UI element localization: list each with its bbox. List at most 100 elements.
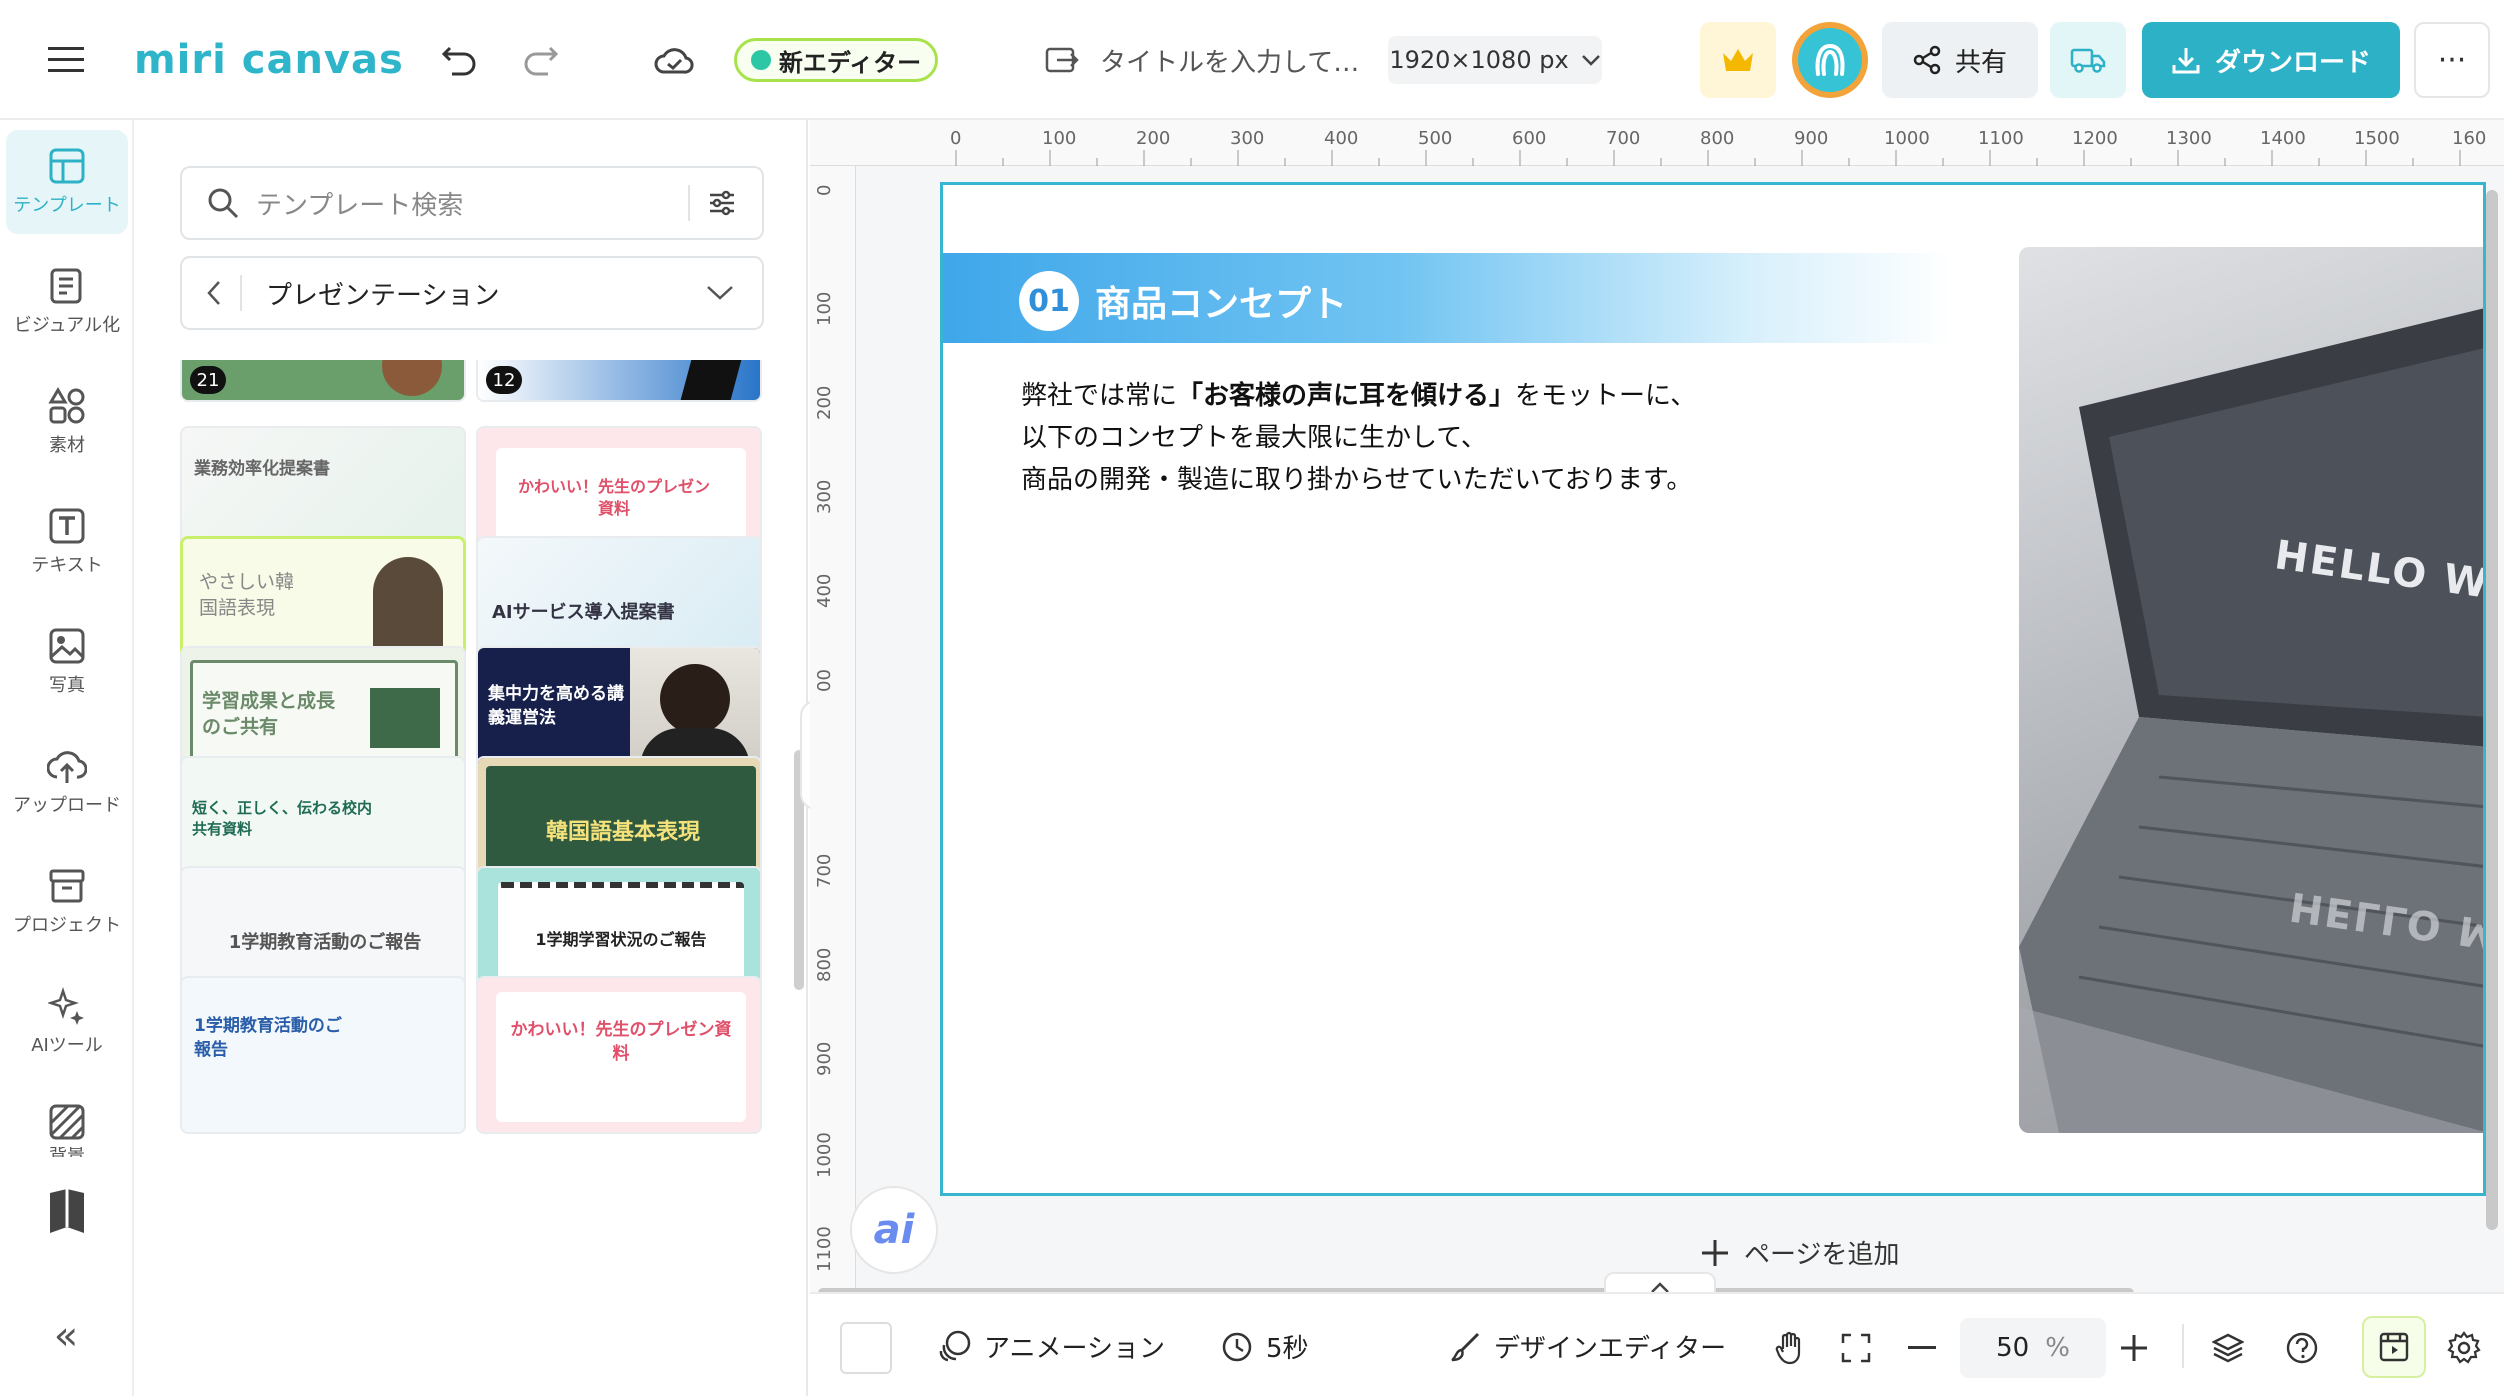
cloud-save-icon[interactable] [648, 34, 700, 86]
premium-button[interactable] [1700, 22, 1776, 98]
background-color-swatch[interactable] [840, 1322, 892, 1374]
template-search-input[interactable]: テンプレート検索 [180, 166, 764, 240]
ruler-tick-label: 400 [814, 573, 835, 608]
duration-label: 5秒 [1266, 1333, 1309, 1364]
sidebar-item-label: 背景 [49, 1147, 85, 1157]
sidebar-item-template[interactable]: テンプレート [6, 130, 128, 234]
animation-button[interactable]: アニメーション [938, 1320, 1165, 1372]
template-title: やさしい韓国語表現 [199, 571, 295, 619]
undo-icon[interactable] [434, 34, 486, 86]
ruler-tick-label: 160 [2452, 128, 2487, 149]
download-button[interactable]: ダウンロード [2142, 22, 2400, 98]
ruler-tick-label: 300 [1230, 128, 1265, 149]
template-card[interactable]: 12 [476, 360, 762, 402]
canvas-size-dropdown[interactable]: 1920×1080 px [1388, 36, 1602, 84]
ruler-tick-label: 100 [1042, 128, 1077, 149]
bookmark-icon[interactable] [44, 1184, 90, 1240]
ruler-tick-label: 900 [814, 1041, 835, 1076]
zoom-level-input[interactable]: 50 % [1960, 1318, 2106, 1378]
print-order-button[interactable] [2050, 22, 2126, 98]
filter-icon[interactable] [708, 190, 736, 216]
sidebar-item-upload[interactable]: アップロード [6, 730, 128, 834]
brush-icon [1451, 1332, 1480, 1362]
section-number: 01 [1028, 283, 1070, 319]
collapse-label: « [53, 1313, 79, 1359]
settings-gear-icon[interactable] [2440, 1324, 2488, 1372]
ruler-tick-label: 0 [950, 128, 962, 149]
ruler-tick-label: 0 [814, 184, 835, 196]
sidebar-item-label: 素材 [49, 435, 85, 456]
title-edit-icon[interactable] [1042, 40, 1082, 80]
help-icon[interactable] [2278, 1324, 2326, 1372]
body-text-line: 以下のコンセプトを最大限に生かして、 [1021, 423, 1487, 453]
template-title: 1学期学習状況のご報告 [535, 930, 707, 949]
ruler-tick-label: 1100 [814, 1226, 835, 1272]
ruler-tick-label: 1300 [2166, 128, 2212, 149]
ruler-tick-label: 1100 [1978, 128, 2024, 149]
left-sidebar: テンプレート ビジュアル化 素材 テキスト 写真 アップロード プロジェクト A… [0, 120, 134, 1396]
sidebar-item-photo[interactable]: 写真 [6, 610, 128, 714]
sidebar-item-label: テキスト [31, 555, 103, 576]
template-title: かわいい！先生のプレゼン資料 [517, 477, 710, 518]
add-page-label: ページを追加 [1744, 1240, 1900, 1270]
body-text-segment: 弊社では常に [1021, 381, 1178, 411]
document-title-input[interactable]: タイトルを入力して… [1100, 38, 1359, 82]
new-editor-toggle[interactable]: 新エディター [734, 38, 938, 82]
sidebar-item-text[interactable]: テキスト [6, 490, 128, 594]
ruler-tick-label: 1200 [2072, 128, 2118, 149]
slide-body-text[interactable]: 弊社では常に「お客様の声に耳を傾ける」をモットーに、 以下のコンセプトを最大限に… [1021, 375, 1696, 501]
upload-icon [47, 751, 87, 783]
ruler-tick-label: 200 [1136, 128, 1171, 149]
template-card[interactable]: かわいい！先生のプレゼン資料 [476, 976, 762, 1134]
ruler-tick-label: 600 [1512, 128, 1547, 149]
template-title: 短く、正しく、伝わる校内共有資料 [192, 799, 373, 838]
zoom-in-icon[interactable] [2110, 1324, 2158, 1372]
section-number-badge: 01 [1019, 271, 1079, 331]
body-bold-text: 「お客様の声に耳を傾ける」 [1177, 381, 1516, 411]
design-editor-button[interactable]: デザインエディター [1450, 1320, 1726, 1372]
sidebar-item-elements[interactable]: 素材 [6, 370, 128, 474]
toolbar-divider [2182, 1324, 2184, 1368]
miricanvas-logo[interactable]: miri canvas [134, 30, 404, 90]
truck-icon [2070, 48, 2106, 73]
ruler-tick-label: 200 [814, 385, 835, 420]
ai-assistant-button[interactable]: ai [850, 1186, 938, 1274]
sidebar-item-project[interactable]: プロジェクト [6, 850, 128, 954]
ruler-tick-label: 700 [814, 853, 835, 888]
sidebar-item-label: AIツール [31, 1035, 103, 1056]
new-editor-dot-icon [750, 50, 771, 70]
sidebar-item-background[interactable]: 背景 [6, 1090, 128, 1170]
canvas-vertical-scrollbar[interactable] [2486, 190, 2498, 1230]
ruler-left: 0 100 200 300 400 00 700 800 900 1000 11… [810, 166, 856, 1292]
template-card[interactable]: 1学期教育活動のご報告 [180, 976, 466, 1134]
page-duration-button[interactable]: 5秒 [1220, 1320, 1309, 1372]
sidebar-item-visualize[interactable]: ビジュアル化 [6, 250, 128, 354]
photo-icon [49, 628, 85, 664]
share-button[interactable]: 共有 [1882, 22, 2038, 98]
category-dropdown[interactable]: プレゼンテーション [180, 256, 764, 330]
fit-screen-icon[interactable] [1832, 1324, 1880, 1372]
design-editor-label: デザインエディター [1494, 1333, 1727, 1364]
template-title: 学習成果と成長のご共有 [202, 690, 336, 738]
share-icon [1913, 45, 1941, 75]
chevron-left-icon[interactable] [206, 280, 222, 306]
background-icon [49, 1104, 85, 1140]
sidebar-item-ai-tools[interactable]: AIツール [6, 970, 128, 1074]
hand-tool-icon[interactable] [1766, 1324, 1814, 1372]
add-page-button[interactable]: ページを追加 [1700, 1234, 1899, 1271]
more-options-button[interactable]: ··· [2414, 22, 2490, 98]
slide-heading[interactable]: 商品コンセプト [1095, 275, 1347, 327]
user-avatar[interactable] [1792, 22, 1868, 98]
slide-page[interactable]: 01 商品コンセプト 弊社では常に「お客様の声に耳を傾ける」をモットーに、 以下… [940, 182, 2486, 1196]
template-card[interactable]: 21 [180, 360, 466, 402]
share-label: 共有 [1954, 47, 2007, 78]
ruler-tick-label: 800 [1700, 128, 1735, 149]
zoom-unit: % [2045, 1333, 2070, 1363]
collapse-sidebar-icon[interactable]: « [40, 1310, 92, 1362]
zoom-out-icon[interactable] [1898, 1324, 1946, 1372]
hamburger-menu-icon[interactable] [40, 34, 92, 86]
redo-icon[interactable] [514, 34, 566, 86]
page-view-toggle[interactable] [2362, 1316, 2426, 1378]
layers-icon[interactable] [2204, 1324, 2252, 1372]
laptop-photo[interactable]: HELLO W HELLO M [2019, 247, 2483, 1133]
